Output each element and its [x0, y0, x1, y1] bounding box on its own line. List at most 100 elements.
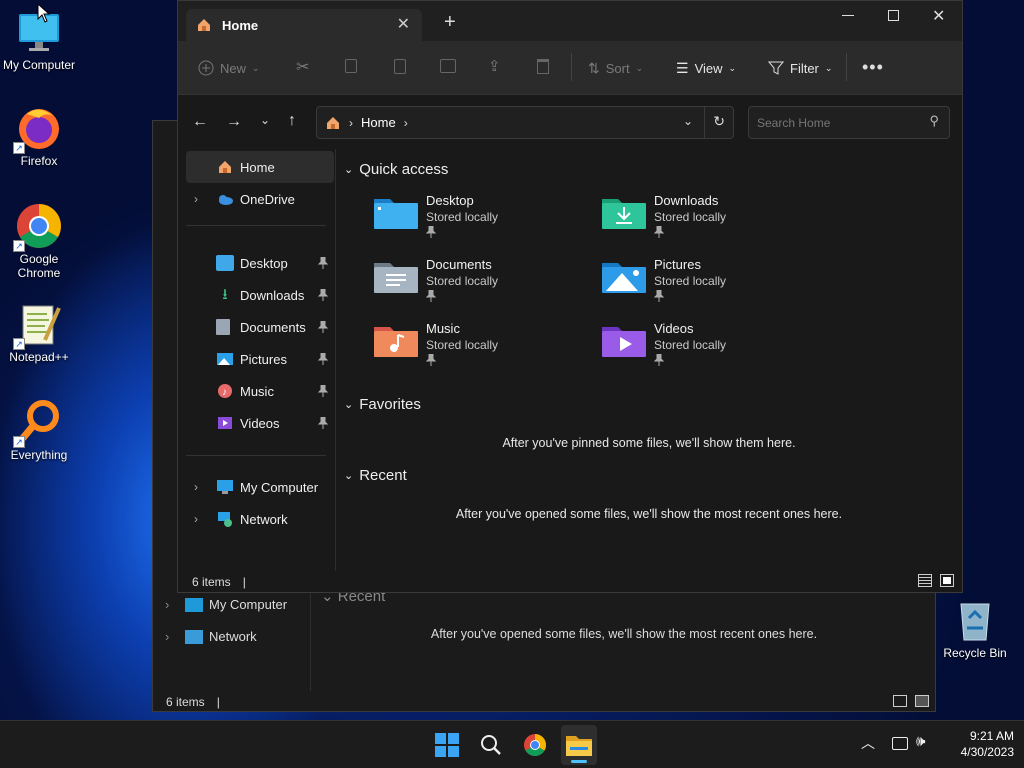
nav-divider	[186, 455, 326, 456]
desktop-icon-label: Firefox	[20, 154, 58, 168]
new-tab-button[interactable]: +	[444, 11, 456, 34]
back-nav-my-computer[interactable]: › My Computer	[165, 597, 287, 612]
close-tab-icon[interactable]: ✕	[397, 14, 410, 34]
recent-locations-chevron-icon[interactable]: ⌄	[260, 113, 270, 127]
address-bar[interactable]: › Home › ⌄ ↻	[316, 106, 734, 139]
collapse-chevron-icon[interactable]: ⌄	[344, 398, 353, 411]
quick-access-pictures[interactable]: Pictures Stored locally	[602, 257, 726, 307]
copy-icon[interactable]	[345, 59, 357, 73]
up-arrow-icon[interactable]: ↑	[288, 112, 296, 130]
nav-item-my-computer[interactable]: › My Computer	[186, 471, 334, 503]
nav-label: My Computer	[209, 597, 288, 612]
home-icon	[219, 161, 231, 173]
nav-label: Desktop	[240, 255, 288, 271]
refresh-icon[interactable]: ↻	[713, 113, 725, 130]
section-quick-access[interactable]: ⌄ Quick access	[344, 161, 448, 178]
quick-access-videos[interactable]: Videos Stored locally	[602, 321, 726, 371]
quick-access-downloads[interactable]: Downloads Stored locally	[602, 193, 726, 243]
desktop-icon-recycle-bin[interactable]: Recycle Bin	[936, 596, 1014, 660]
close-button[interactable]: ✕	[932, 6, 945, 26]
mouse-pointer-icon	[37, 3, 51, 23]
explorer-window[interactable]: Home ✕ + ✕ New ⌄ ✂ ⇪ ⇅ Sort ⌄ ☰ View ⌄ Filt…	[177, 0, 963, 593]
volume-icon[interactable]: 🕪	[916, 733, 925, 750]
search-icon[interactable]: ⚲	[929, 113, 939, 129]
music-note-icon: ♪	[218, 384, 232, 398]
nav-item-documents[interactable]: Documents	[186, 311, 334, 343]
cut-icon[interactable]: ✂	[296, 57, 309, 77]
clock[interactable]: 9:21 AM 4/30/2023	[944, 728, 1014, 760]
desktop-icon-label: Recycle Bin	[943, 646, 1007, 660]
taskbar-chrome-button[interactable]	[519, 729, 551, 761]
desktop-icon-firefox[interactable]: ↗ Firefox	[0, 104, 78, 168]
nav-item-onedrive[interactable]: › OneDrive	[186, 183, 334, 215]
nav-item-videos[interactable]: Videos	[186, 407, 334, 439]
magnifier-icon: ↗	[13, 398, 63, 448]
desktop-icon-notepadpp[interactable]: ↗ Notepad++	[0, 300, 78, 364]
filter-button[interactable]: Filter ⌄	[760, 53, 840, 83]
clock-time: 9:21 AM	[969, 729, 1014, 743]
share-icon[interactable]: ⇪	[488, 57, 501, 75]
back-status-bar: 6 items |	[166, 695, 220, 709]
home-icon	[198, 19, 210, 31]
section-favorites[interactable]: ⌄ Favorites	[344, 396, 421, 413]
nav-item-downloads[interactable]: ⭳ Downloads	[186, 279, 334, 311]
new-button[interactable]: New ⌄	[190, 53, 268, 83]
desktop-icon-everything[interactable]: ↗ Everything	[0, 398, 78, 462]
more-options-icon[interactable]: •••	[862, 57, 884, 78]
nav-item-desktop[interactable]: Desktop	[186, 247, 334, 279]
collapse-chevron-icon[interactable]: ⌄	[344, 163, 353, 176]
desktop-icon-chrome[interactable]: ↗ Google Chrome	[0, 202, 78, 280]
tiles-view-icon[interactable]	[940, 574, 954, 587]
expand-chevron-icon[interactable]: ›	[194, 512, 206, 526]
shortcut-arrow-icon: ↗	[13, 240, 25, 252]
nav-item-music[interactable]: ♪ Music	[186, 375, 334, 407]
item-location: Stored locally	[654, 338, 727, 352]
forward-arrow-icon[interactable]: →	[226, 113, 242, 131]
pin-icon[interactable]	[318, 353, 328, 365]
nav-item-network[interactable]: › Network	[186, 503, 334, 535]
tiles-view-icon[interactable]	[915, 695, 929, 707]
details-view-icon[interactable]	[918, 574, 932, 587]
taskbar-search-button[interactable]	[475, 729, 507, 761]
pin-icon[interactable]	[318, 417, 328, 429]
nav-item-home[interactable]: Home	[186, 151, 334, 183]
quick-access-documents[interactable]: Documents Stored locally	[374, 257, 498, 307]
pin-icon	[425, 353, 437, 366]
minimize-button[interactable]	[842, 15, 854, 16]
address-dropdown-icon[interactable]: ⌄	[683, 114, 693, 128]
pin-icon[interactable]	[318, 289, 328, 301]
view-button[interactable]: ☰ View ⌄	[668, 53, 744, 83]
recent-empty-message: After you've opened some files, we'll sh…	[455, 507, 843, 521]
taskbar: ︿ 🕪 9:21 AM 4/30/2023	[0, 720, 1024, 768]
search-box[interactable]: ⚲	[748, 106, 950, 139]
section-recent[interactable]: ⌄ Recent	[344, 467, 407, 484]
network-status-icon[interactable]	[892, 737, 908, 750]
delete-icon[interactable]	[537, 59, 549, 74]
breadcrumb-home[interactable]: Home	[361, 115, 396, 130]
tab-home[interactable]: Home ✕	[186, 9, 422, 41]
back-nav-network[interactable]: › Network	[165, 629, 257, 644]
pin-icon[interactable]	[318, 257, 328, 269]
details-view-icon[interactable]	[893, 695, 907, 707]
rename-icon[interactable]	[440, 59, 456, 73]
nav-label: My Computer	[240, 479, 319, 495]
pin-icon[interactable]	[318, 321, 328, 333]
collapse-chevron-icon[interactable]: ⌄	[344, 469, 353, 482]
nav-item-pictures[interactable]: Pictures	[186, 343, 334, 375]
expand-chevron-icon[interactable]: ›	[194, 192, 206, 206]
show-hidden-icons-chevron-icon[interactable]: ︿	[861, 733, 875, 753]
maximize-button[interactable]	[888, 10, 899, 21]
taskbar-file-explorer-button[interactable]	[561, 725, 597, 765]
quick-access-desktop[interactable]: Desktop Stored locally	[374, 193, 498, 243]
pin-icon[interactable]	[318, 385, 328, 397]
status-bar: 6 items |	[192, 575, 246, 589]
navigation-pane: Home › OneDrive Desktop ⭳ Downloads Docu…	[178, 149, 336, 571]
expand-chevron-icon[interactable]: ›	[194, 480, 206, 494]
search-input[interactable]	[749, 107, 919, 138]
sort-button[interactable]: ⇅ Sort ⌄	[580, 53, 651, 83]
paste-icon[interactable]	[394, 59, 406, 74]
quick-access-music[interactable]: Music Stored locally	[374, 321, 498, 371]
back-arrow-icon[interactable]: ←	[192, 113, 208, 131]
start-button[interactable]	[431, 729, 463, 761]
desktop-icon-label: Google Chrome	[17, 252, 61, 280]
